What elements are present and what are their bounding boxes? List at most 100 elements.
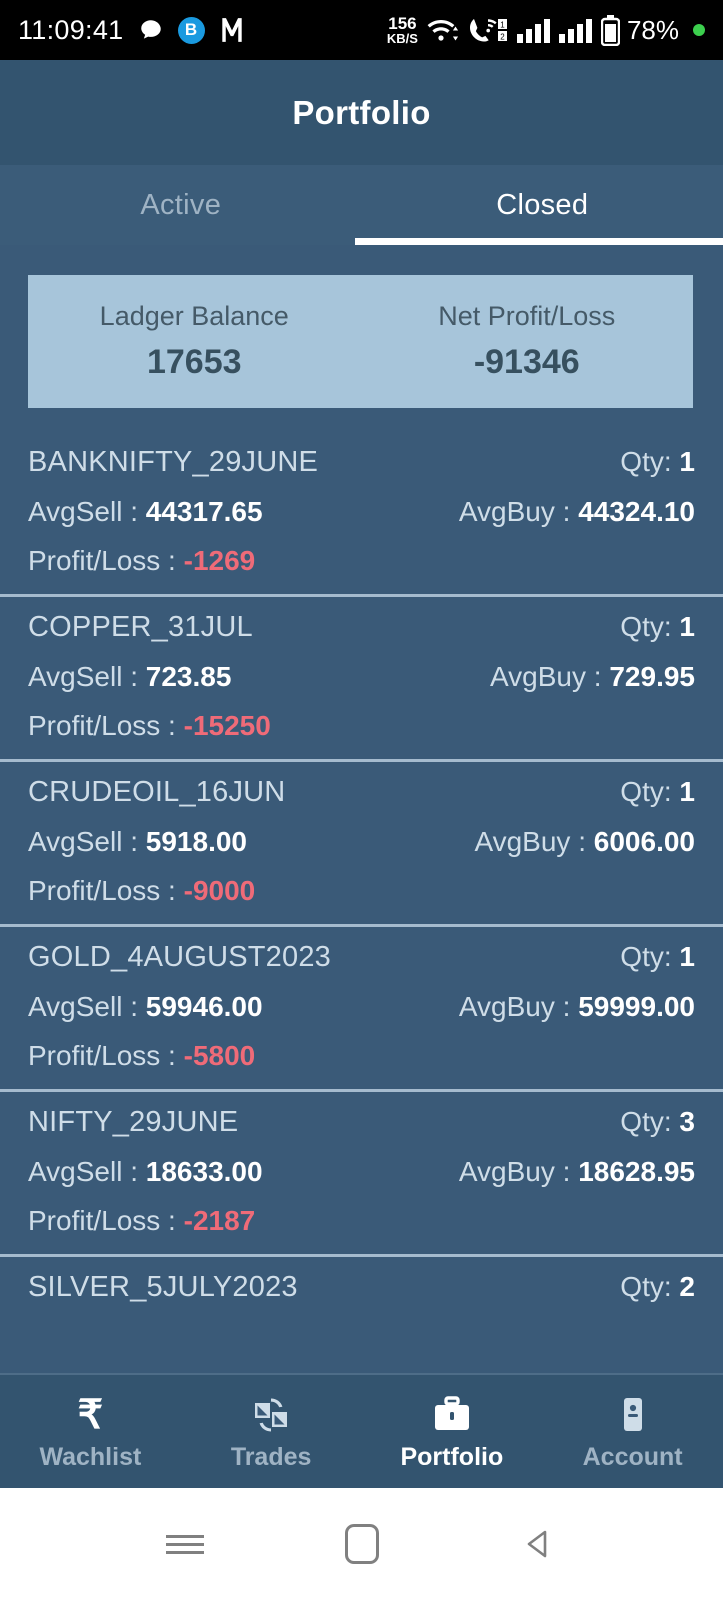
summary-card: Ladger Balance 17653 Net Profit/Loss -91…: [28, 275, 693, 408]
ledger-balance-block: Ladger Balance 17653: [28, 275, 361, 408]
avg-buy-label: AvgBuy :: [474, 826, 586, 857]
qty-value: 3: [679, 1106, 695, 1137]
ledger-balance-value: 17653: [146, 343, 242, 381]
list-divider: [0, 759, 723, 762]
avg-buy-value: 44324.10: [578, 496, 695, 527]
qty-value: 1: [679, 776, 695, 807]
sim2-signal-icon: [558, 18, 592, 43]
closed-positions-list[interactable]: BANKNIFTY_29JUNE Qty: 1 AvgSell : 44317.65…: [0, 432, 723, 1392]
net-profit-loss-block: Net Profit/Loss -91346: [361, 275, 694, 408]
position-symbol: GOLD_4AUGUST2023: [28, 941, 331, 973]
profit-loss-label: Profit/Loss :: [28, 545, 176, 576]
avg-buy-value: 6006.00: [593, 826, 695, 857]
qty-label: Qty:: [620, 776, 672, 807]
nav-item-watchlist[interactable]: ₹ Wachlist: [0, 1375, 181, 1488]
position-prices-line: AvgSell : 5918.00 AvgBuy : 6006.00: [28, 826, 695, 858]
avg-buy-label: AvgBuy :: [458, 991, 571, 1022]
profit-loss-label: Profit/Loss :: [28, 875, 176, 906]
back-icon[interactable]: [513, 1518, 565, 1570]
table-row[interactable]: NIFTY_29JUNE Qty: 3 AvgSell : 18633.00 AvgB…: [0, 1092, 723, 1237]
app-header: Portfolio: [0, 60, 723, 165]
qty-value: 2: [679, 1271, 695, 1302]
qty-value: 1: [679, 446, 695, 477]
ledger-balance-label: Ladger Balance: [99, 301, 289, 331]
position-qty: Qty: 2: [620, 1271, 695, 1303]
position-prices-line: AvgSell : 44317.65 AvgBuy : 44324.10: [28, 496, 695, 528]
nav-item-account[interactable]: Account: [542, 1375, 723, 1488]
profit-loss-value: -5800: [183, 1040, 256, 1071]
table-row[interactable]: SILVER_5JULY2023 Qty: 2: [0, 1257, 723, 1304]
phone-screen: 11:09:41 B 156 KB/S 1 2 78% Portfolio Ac…: [0, 0, 723, 1600]
tab-active[interactable]: Active: [0, 165, 362, 245]
nav-label-account: Account: [582, 1442, 683, 1471]
qty-label: Qty:: [620, 941, 672, 972]
status-bar-left: 11:09:41 B: [18, 15, 245, 46]
avg-sell-label: AvgSell :: [28, 826, 138, 857]
list-divider: [0, 1254, 723, 1257]
position-pl-line: Profit/Loss : -15250: [28, 710, 695, 742]
android-navigation-bar: [0, 1488, 723, 1600]
table-row[interactable]: BANKNIFTY_29JUNE Qty: 1 AvgSell : 44317.65…: [0, 432, 723, 577]
table-row[interactable]: GOLD_4AUGUST2023 Qty: 1 AvgSell : 59946.00…: [0, 927, 723, 1072]
nav-item-portfolio[interactable]: Portfolio: [362, 1375, 543, 1488]
avg-sell-label: AvgSell :: [28, 991, 138, 1022]
tab-closed[interactable]: Closed: [362, 165, 723, 245]
avg-buy-label: AvgBuy :: [458, 1156, 571, 1187]
nav-label-trades: Trades: [230, 1442, 312, 1471]
table-row[interactable]: COPPER_31JUL Qty: 1 AvgSell : 723.85 AvgBuy…: [0, 597, 723, 742]
qty-value: 1: [679, 941, 695, 972]
avg-sell: AvgSell : 44317.65: [28, 496, 263, 528]
net-profit-loss-value: -91346: [473, 343, 580, 381]
avg-sell-label: AvgSell :: [28, 661, 138, 692]
avg-buy: AvgBuy : 44324.10: [459, 496, 695, 528]
avg-sell-value: 723.85: [145, 661, 232, 692]
position-pl-line: Profit/Loss : -9000: [28, 875, 695, 907]
vowifi-call-icon: 1 2: [468, 17, 508, 44]
position-pl-line: Profit/Loss : -1269: [28, 545, 695, 577]
avg-buy: AvgBuy : 18628.95: [459, 1156, 695, 1188]
nav-label-watchlist: Wachlist: [39, 1442, 142, 1471]
avg-buy: AvgBuy : 6006.00: [474, 826, 695, 858]
home-icon[interactable]: [336, 1518, 388, 1570]
avg-sell-value: 59946.00: [145, 991, 263, 1022]
position-pl-line: Profit/Loss : -2187: [28, 1205, 695, 1237]
position-qty: Qty: 1: [620, 776, 695, 808]
position-header-line: CRUDEOIL_16JUN Qty: 1: [28, 776, 695, 809]
position-pl-line: Profit/Loss : -5800: [28, 1040, 695, 1072]
avg-sell-value: 44317.65: [145, 496, 263, 527]
profit-loss-label: Profit/Loss :: [28, 1205, 176, 1236]
position-header-line: BANKNIFTY_29JUNE Qty: 1: [28, 446, 695, 479]
tab-selected-indicator: [355, 238, 723, 245]
tab-bar: Active Closed: [0, 165, 723, 245]
list-divider: [0, 924, 723, 927]
m-app-icon: [219, 16, 245, 44]
position-prices-line: AvgSell : 18633.00 AvgBuy : 18628.95: [28, 1156, 695, 1188]
avg-buy-value: 18628.95: [578, 1156, 695, 1187]
blue-b-badge-icon: B: [177, 16, 205, 44]
status-clock: 11:09:41: [18, 14, 124, 45]
avg-sell: AvgSell : 723.85: [28, 661, 231, 693]
position-symbol: COPPER_31JUL: [28, 611, 253, 643]
sim1-signal-icon: [516, 18, 550, 43]
rupee-icon: ₹: [77, 1392, 104, 1437]
status-bar-right: 156 KB/S 1 2 78%: [387, 14, 705, 46]
position-prices-line: AvgSell : 723.85 AvgBuy : 729.95: [28, 661, 695, 693]
avg-buy-label: AvgBuy :: [458, 496, 571, 527]
recents-icon[interactable]: [159, 1518, 211, 1570]
position-symbol: SILVER_5JULY2023: [28, 1271, 298, 1303]
qty-label: Qty:: [620, 1271, 672, 1302]
profit-loss-value: -1269: [183, 545, 256, 576]
svg-text:1: 1: [500, 20, 505, 29]
position-header-line: SILVER_5JULY2023 Qty: 2: [28, 1271, 695, 1304]
battery-icon: [600, 14, 620, 46]
position-symbol: BANKNIFTY_29JUNE: [28, 446, 319, 478]
table-row[interactable]: CRUDEOIL_16JUN Qty: 1 AvgSell : 5918.00 Avg…: [0, 762, 723, 907]
avg-buy-label: AvgBuy :: [490, 661, 602, 692]
profit-loss: Profit/Loss : -5800: [28, 1040, 255, 1072]
svg-text:2: 2: [500, 32, 505, 41]
profit-loss-value: -2187: [183, 1205, 256, 1236]
nav-item-trades[interactable]: Trades: [181, 1375, 362, 1488]
briefcase-icon: [430, 1392, 474, 1438]
position-prices-line: AvgSell : 59946.00 AvgBuy : 59999.00: [28, 991, 695, 1023]
qty-label: Qty:: [620, 611, 672, 642]
